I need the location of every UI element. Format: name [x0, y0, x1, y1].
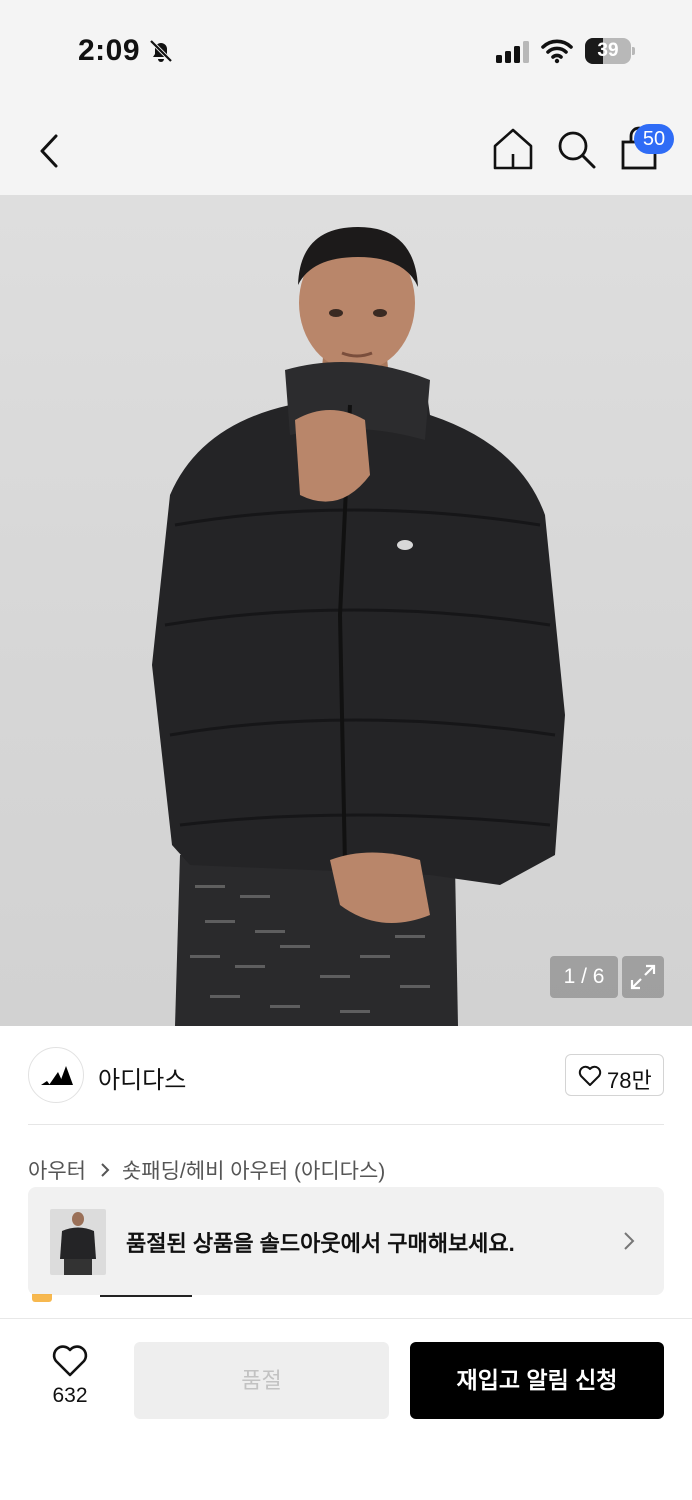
home-icon[interactable]	[490, 126, 536, 172]
breadcrumb-subcategory[interactable]: 숏패딩/헤비 아우터 (아디다스)	[122, 1155, 385, 1185]
expand-icon	[630, 964, 656, 990]
adidas-logo-icon	[41, 1066, 73, 1085]
soldout-button: 품절	[134, 1342, 389, 1419]
nav-header	[0, 100, 692, 195]
breadcrumb: 아우터 숏패딩/헤비 아우터 (아디다스)	[28, 1156, 385, 1184]
divider	[100, 1295, 192, 1297]
breadcrumb-category[interactable]: 아우터	[28, 1155, 86, 1185]
brand-like-count: 78만	[607, 1068, 652, 1093]
image-counter: 1 / 6	[550, 956, 618, 998]
brand-logo[interactable]	[28, 1047, 84, 1103]
brand-name[interactable]: 아디다스	[98, 1060, 186, 1095]
banner-thumbnail	[50, 1209, 106, 1275]
chevron-left-icon[interactable]	[26, 128, 72, 174]
divider	[28, 1124, 664, 1125]
cart-count-badge: 50	[634, 124, 674, 154]
battery-icon: 39	[585, 38, 635, 64]
soldout-banner[interactable]: 품절된 상품을 솔드아웃에서 구매해보세요.	[28, 1187, 664, 1295]
wifi-icon	[541, 39, 573, 64]
signal-icon	[496, 41, 529, 63]
expand-button[interactable]	[622, 956, 664, 998]
status-bar: 2:09 39	[0, 0, 692, 100]
chevron-right-icon	[101, 1163, 110, 1177]
heart-icon	[52, 1345, 88, 1377]
heart-icon	[578, 1065, 602, 1086]
restock-alert-button[interactable]: 재입고 알림 신청	[410, 1342, 664, 1419]
product-image[interactable]	[0, 195, 692, 1026]
chevron-right-icon	[624, 1232, 635, 1250]
banner-text: 품절된 상품을 솔드아웃에서 구매해보세요.	[126, 1231, 515, 1256]
wish-count: 632	[52, 1384, 88, 1407]
battery-level: 39	[597, 40, 619, 61]
star-icon	[32, 1294, 52, 1302]
status-time: 2:09	[78, 34, 141, 67]
product-photo	[152, 227, 565, 1026]
wish-button[interactable]: 632	[30, 1342, 110, 1418]
bell-off-icon	[149, 39, 173, 63]
brand-like-button[interactable]: 78만	[565, 1054, 664, 1096]
search-icon[interactable]	[553, 126, 599, 172]
